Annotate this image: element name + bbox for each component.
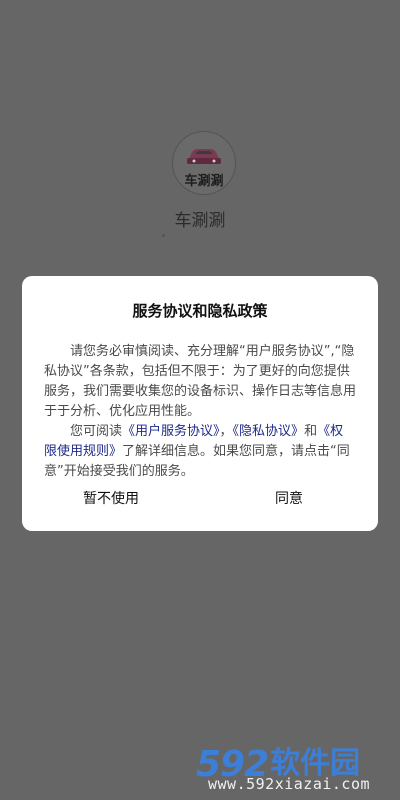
decline-button[interactable]: 暂不使用 xyxy=(22,479,200,519)
background-dot xyxy=(162,234,165,237)
dialog-paragraph-1: 请您务必审慎阅读、充分理解“用户服务协议”,“隐私协议”各条款，包括但不限于：为… xyxy=(44,344,357,419)
para2-prefix: 您可阅读 xyxy=(70,424,123,439)
dialog-title: 服务协议和隐私政策 xyxy=(132,302,268,320)
app-name: 车涮涮 xyxy=(174,211,226,231)
dialog-paragraph-2: 您可阅读《用户服务协议》，《隐私协议》和《权限使用规则》了解详细信息。如果您同意… xyxy=(44,422,356,482)
car-icon xyxy=(187,149,221,164)
site-watermark: 592软件园 www.592xiazai.com xyxy=(196,738,396,796)
and-text: 和 xyxy=(304,424,318,439)
watermark-url: www.592xiazai.com xyxy=(208,775,371,793)
agree-button[interactable]: 同意 xyxy=(200,479,378,519)
privacy-dialog: 服务协议和隐私政策 请您务必审慎阅读、充分理解“用户服务协议”,“隐私协议”各条… xyxy=(22,276,378,531)
privacy-policy-link[interactable]: 《隐私协议》 xyxy=(233,424,305,439)
user-agreement-link[interactable]: 《用户服务协议》 xyxy=(122,424,220,439)
dialog-body: 请您务必审慎阅读、充分理解“用户服务协议”,“隐私协议”各条款，包括但不限于：为… xyxy=(44,342,356,482)
separator-text: ， xyxy=(219,424,233,439)
app-logo: 车涮涮 xyxy=(172,131,236,195)
app-logo-text: 车涮涮 xyxy=(184,174,224,189)
dialog-actions: 暂不使用 同意 xyxy=(22,479,378,519)
